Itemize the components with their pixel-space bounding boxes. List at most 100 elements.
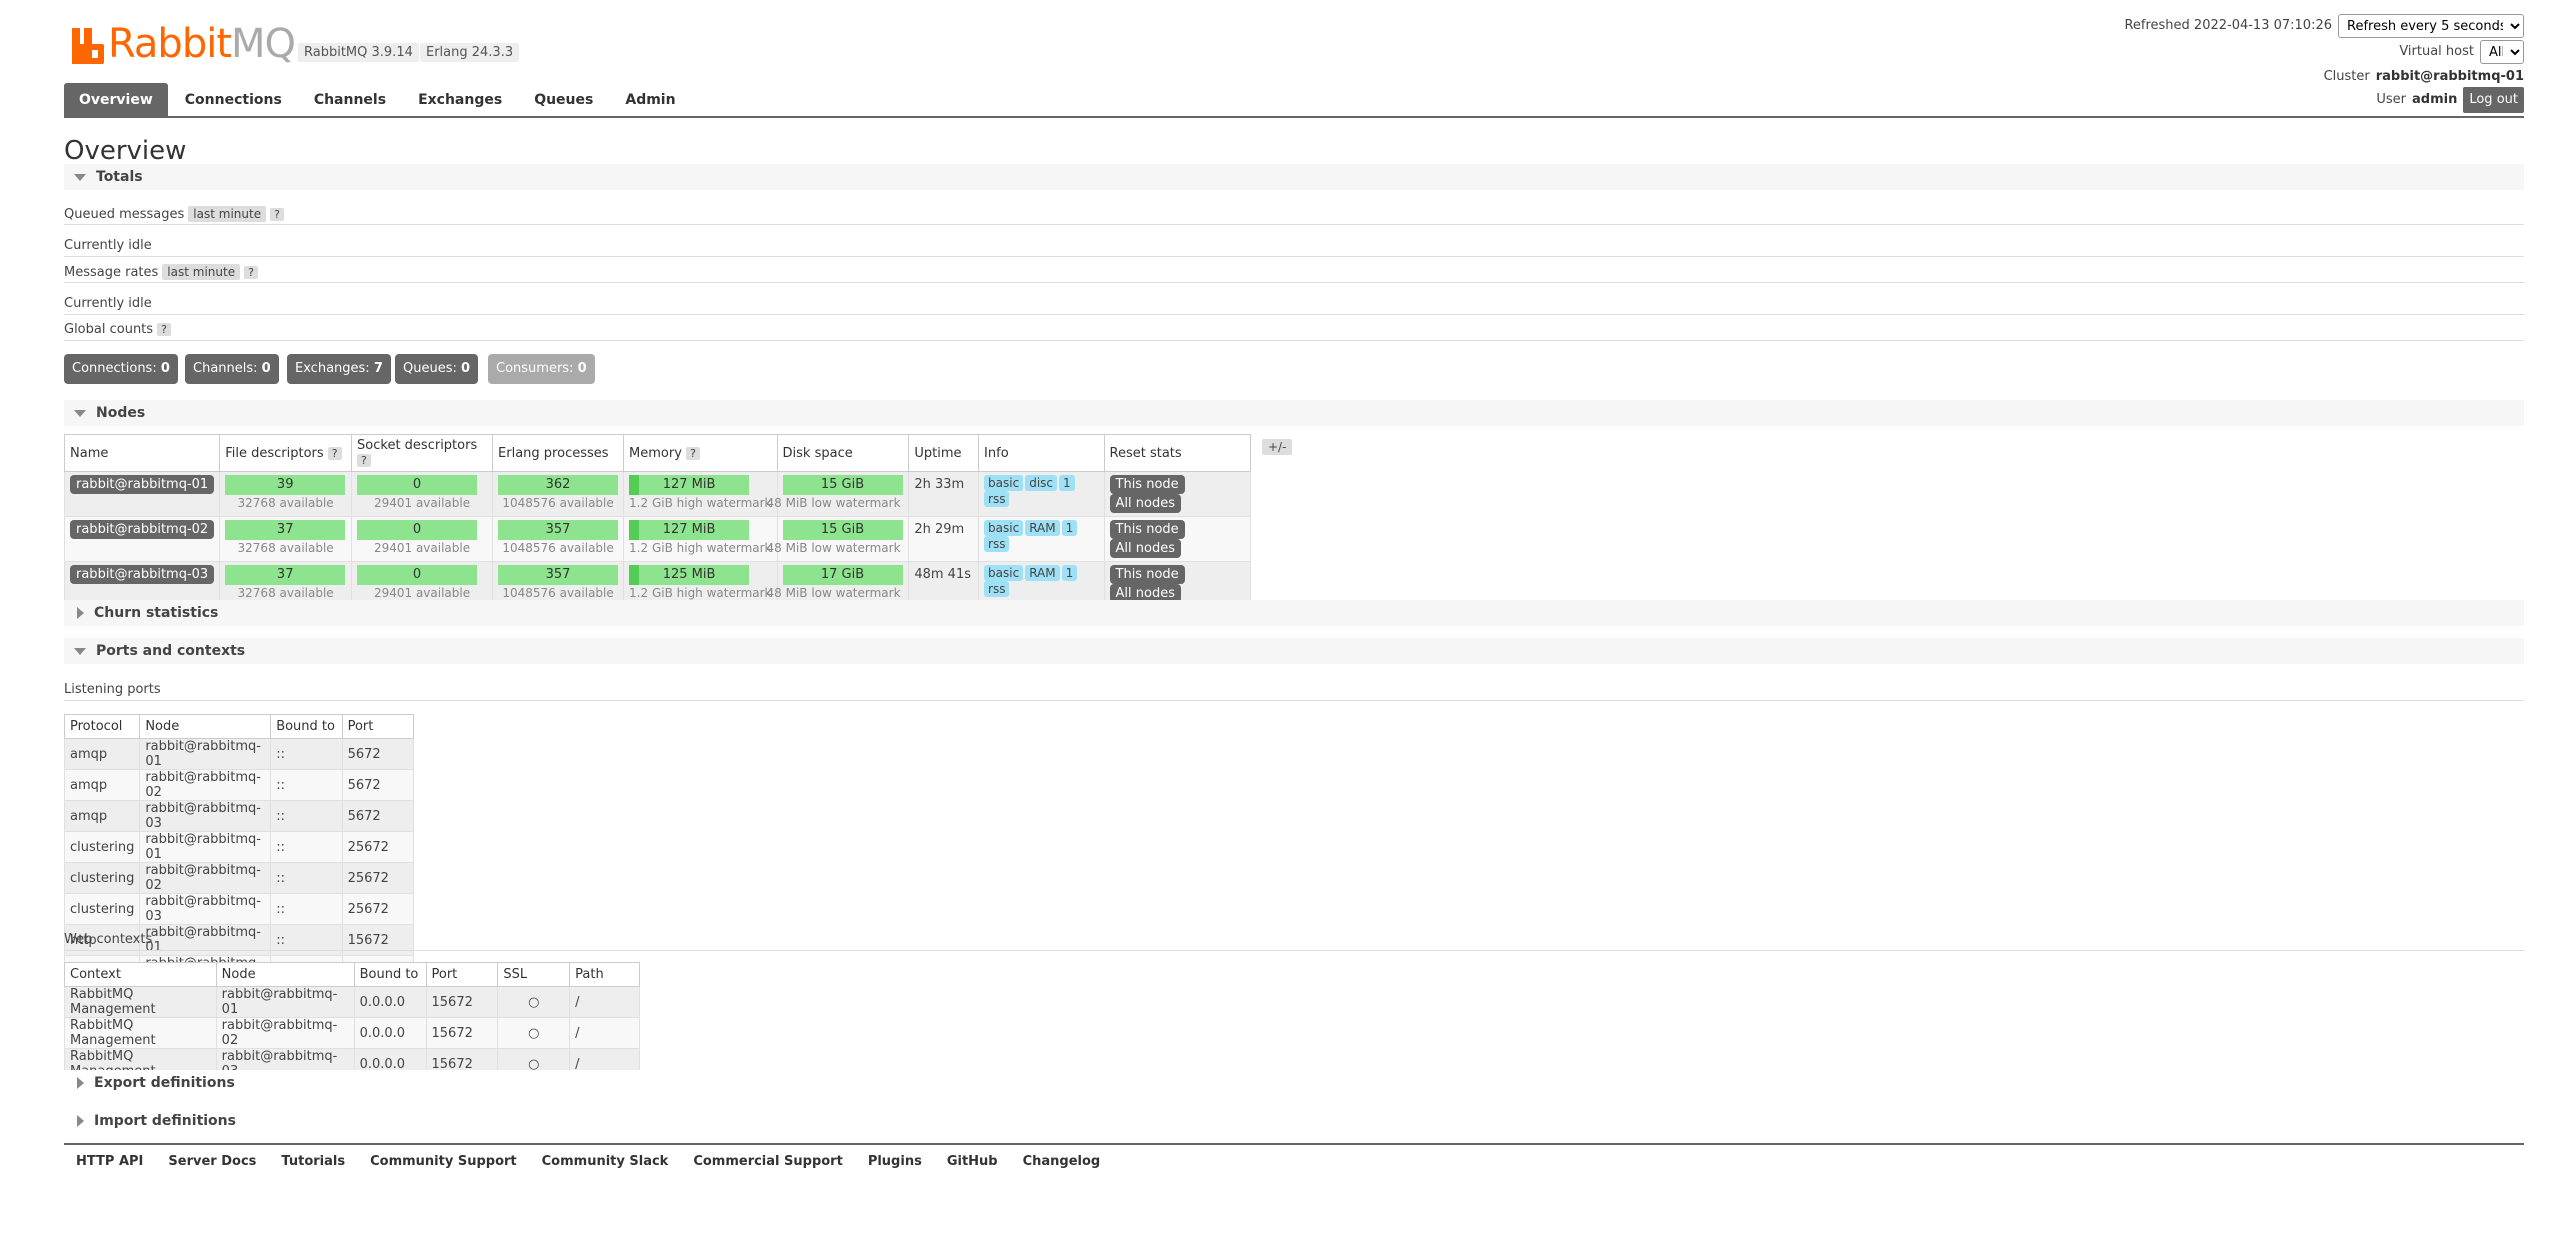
col-memory: Memory ? bbox=[623, 434, 778, 472]
info-badge[interactable]: basic bbox=[984, 520, 1024, 536]
port-cell: 5672 bbox=[341, 800, 415, 832]
section-ports-header[interactable]: Ports and contexts bbox=[64, 638, 2524, 664]
info-badge[interactable]: basic bbox=[984, 565, 1024, 581]
footer-link-community-slack[interactable]: Community Slack bbox=[542, 1154, 669, 1169]
footer-link-community-support[interactable]: Community Support bbox=[370, 1154, 517, 1169]
rates-idle-text: Currently idle bbox=[64, 296, 152, 311]
memory-used-fill bbox=[629, 565, 640, 585]
col-node: Node bbox=[215, 962, 355, 987]
tab-channels[interactable]: Channels bbox=[299, 83, 401, 117]
info-badge[interactable]: RAM bbox=[1025, 565, 1060, 581]
connections-count[interactable]: Connections: 0 bbox=[64, 354, 178, 384]
info-badge[interactable]: rss bbox=[984, 581, 1010, 597]
node-row: rabbit@rabbitmq-02 37 32768 available 0 2940… bbox=[63, 516, 1252, 562]
help-icon[interactable]: ? bbox=[357, 454, 371, 467]
section-nodes-header[interactable]: Nodes bbox=[64, 400, 2524, 426]
port-cell: 5672 bbox=[341, 769, 415, 801]
web-context-cell: 0.0.0.0 bbox=[353, 1017, 427, 1049]
queued-period-pill[interactable]: last minute bbox=[188, 206, 267, 222]
footer-link-commercial-support[interactable]: Commercial Support bbox=[693, 1154, 843, 1169]
tab-connections[interactable]: Connections bbox=[170, 83, 297, 117]
disk-bar: 15 GiB bbox=[782, 475, 903, 495]
footer-link-plugins[interactable]: Plugins bbox=[868, 1154, 922, 1169]
reset-this-node-button[interactable]: This node bbox=[1109, 520, 1185, 539]
port-cell: rabbit@rabbitmq-01 bbox=[139, 738, 272, 770]
logout-button[interactable]: Log out bbox=[2463, 87, 2524, 113]
node-name[interactable]: rabbit@rabbitmq-02 bbox=[70, 520, 215, 539]
section-churn-header[interactable]: Churn statistics bbox=[64, 600, 2524, 626]
channels-count[interactable]: Channels: 0 bbox=[185, 354, 279, 384]
info-badge[interactable]: 1 bbox=[1061, 565, 1078, 581]
help-icon[interactable]: ? bbox=[270, 207, 284, 221]
queues-count[interactable]: Queues: 0 bbox=[395, 354, 479, 384]
exchanges-count[interactable]: Exchanges: 7 bbox=[287, 354, 391, 384]
tab-overview[interactable]: Overview bbox=[64, 83, 168, 117]
port-row: amqp rabbit@rabbitmq-02:: 5672 bbox=[63, 769, 415, 801]
info-badge[interactable]: rss bbox=[984, 536, 1010, 552]
reset-this-node-button[interactable]: This node bbox=[1109, 565, 1185, 584]
columns-toggle[interactable]: +/- bbox=[1262, 439, 1293, 455]
port-cell: clustering bbox=[63, 862, 141, 894]
info-badge[interactable]: RAM bbox=[1025, 520, 1060, 536]
ep-bar: 357 bbox=[498, 565, 619, 585]
collapse-icon bbox=[74, 173, 86, 181]
port-cell: rabbit@rabbitmq-03 bbox=[139, 893, 272, 925]
port-cell: clustering bbox=[63, 893, 141, 925]
help-icon[interactable]: ? bbox=[157, 323, 171, 336]
rates-period-pill[interactable]: last minute bbox=[162, 264, 241, 280]
refresh-select[interactable]: Refresh every 5 seconds bbox=[2338, 14, 2524, 38]
node-name[interactable]: rabbit@rabbitmq-01 bbox=[70, 475, 215, 494]
help-icon[interactable]: ? bbox=[327, 446, 342, 460]
info-badge[interactable]: 1 bbox=[1061, 520, 1078, 536]
help-icon[interactable]: ? bbox=[686, 446, 700, 460]
section-import-header[interactable]: Import definitions bbox=[64, 1108, 2524, 1134]
col-node: Node bbox=[139, 714, 272, 739]
col-port: Port bbox=[341, 714, 415, 739]
col-info: Info bbox=[978, 434, 1105, 472]
consumers-count[interactable]: Consumers: 0 bbox=[488, 354, 595, 384]
message-rates-label: Message rates bbox=[64, 264, 159, 280]
ep-bar: 362 bbox=[498, 475, 619, 495]
reset-all-nodes-button[interactable]: All nodes bbox=[1109, 539, 1181, 558]
footer-link-tutorials[interactable]: Tutorials bbox=[281, 1154, 345, 1169]
memory-watermark: 1.2 GiB high watermark bbox=[629, 541, 772, 555]
port-cell: rabbit@rabbitmq-02 bbox=[139, 862, 272, 894]
node-name[interactable]: rabbit@rabbitmq-03 bbox=[70, 565, 215, 584]
info-badge[interactable]: disc bbox=[1025, 475, 1058, 491]
section-export-header[interactable]: Export definitions bbox=[64, 1070, 2524, 1096]
footer-link-server-docs[interactable]: Server Docs bbox=[168, 1154, 256, 1169]
tab-admin[interactable]: Admin bbox=[610, 83, 690, 117]
fd-available: 32768 available bbox=[237, 586, 334, 600]
footer-link-changelog[interactable]: Changelog bbox=[1023, 1154, 1101, 1169]
disk-cell: 15 GiB 48 MiB low watermark bbox=[767, 471, 910, 517]
rabbitmq-logo[interactable]: RabbitMQ TM bbox=[72, 22, 314, 64]
main-tabs: Overview Connections Channels Exchanges … bbox=[64, 83, 693, 117]
disk-bar: 17 GiB bbox=[782, 565, 903, 585]
help-icon[interactable]: ? bbox=[244, 265, 258, 279]
footer-link-http-api[interactable]: HTTP API bbox=[76, 1154, 143, 1169]
tab-exchanges[interactable]: Exchanges bbox=[403, 83, 517, 117]
reset-all-nodes-button[interactable]: All nodes bbox=[1109, 494, 1181, 513]
info-badge[interactable]: basic bbox=[984, 475, 1024, 491]
sd-bar: 0 bbox=[357, 475, 478, 495]
port-cell: :: bbox=[270, 893, 343, 925]
footer-link-github[interactable]: GitHub bbox=[947, 1154, 998, 1169]
reset-cell: This nodeAll nodes bbox=[1103, 471, 1252, 517]
tab-divider bbox=[64, 116, 2524, 118]
info-badge[interactable]: rss bbox=[984, 491, 1010, 507]
port-row: clustering rabbit@rabbitmq-01:: 25672 bbox=[63, 831, 415, 863]
node-row: rabbit@rabbitmq-01 39 32768 available 0 2940… bbox=[63, 471, 1252, 517]
version-badge: RabbitMQ 3.9.14 bbox=[298, 43, 419, 62]
section-totals-header[interactable]: Totals bbox=[64, 164, 2524, 190]
info-badge[interactable]: 1 bbox=[1059, 475, 1075, 491]
disk-cell: 15 GiB 48 MiB low watermark bbox=[767, 516, 910, 562]
reset-this-node-button[interactable]: This node bbox=[1109, 475, 1185, 494]
tab-queues[interactable]: Queues bbox=[519, 83, 608, 117]
port-cell: rabbit@rabbitmq-02 bbox=[139, 769, 272, 801]
ep-available: 1048576 available bbox=[502, 496, 614, 510]
memory-used-fill bbox=[629, 475, 640, 495]
port-cell: 25672 bbox=[341, 862, 415, 894]
divider bbox=[64, 256, 2524, 257]
port-cell: 5672 bbox=[341, 738, 415, 770]
vhost-select[interactable]: All bbox=[2480, 40, 2524, 64]
